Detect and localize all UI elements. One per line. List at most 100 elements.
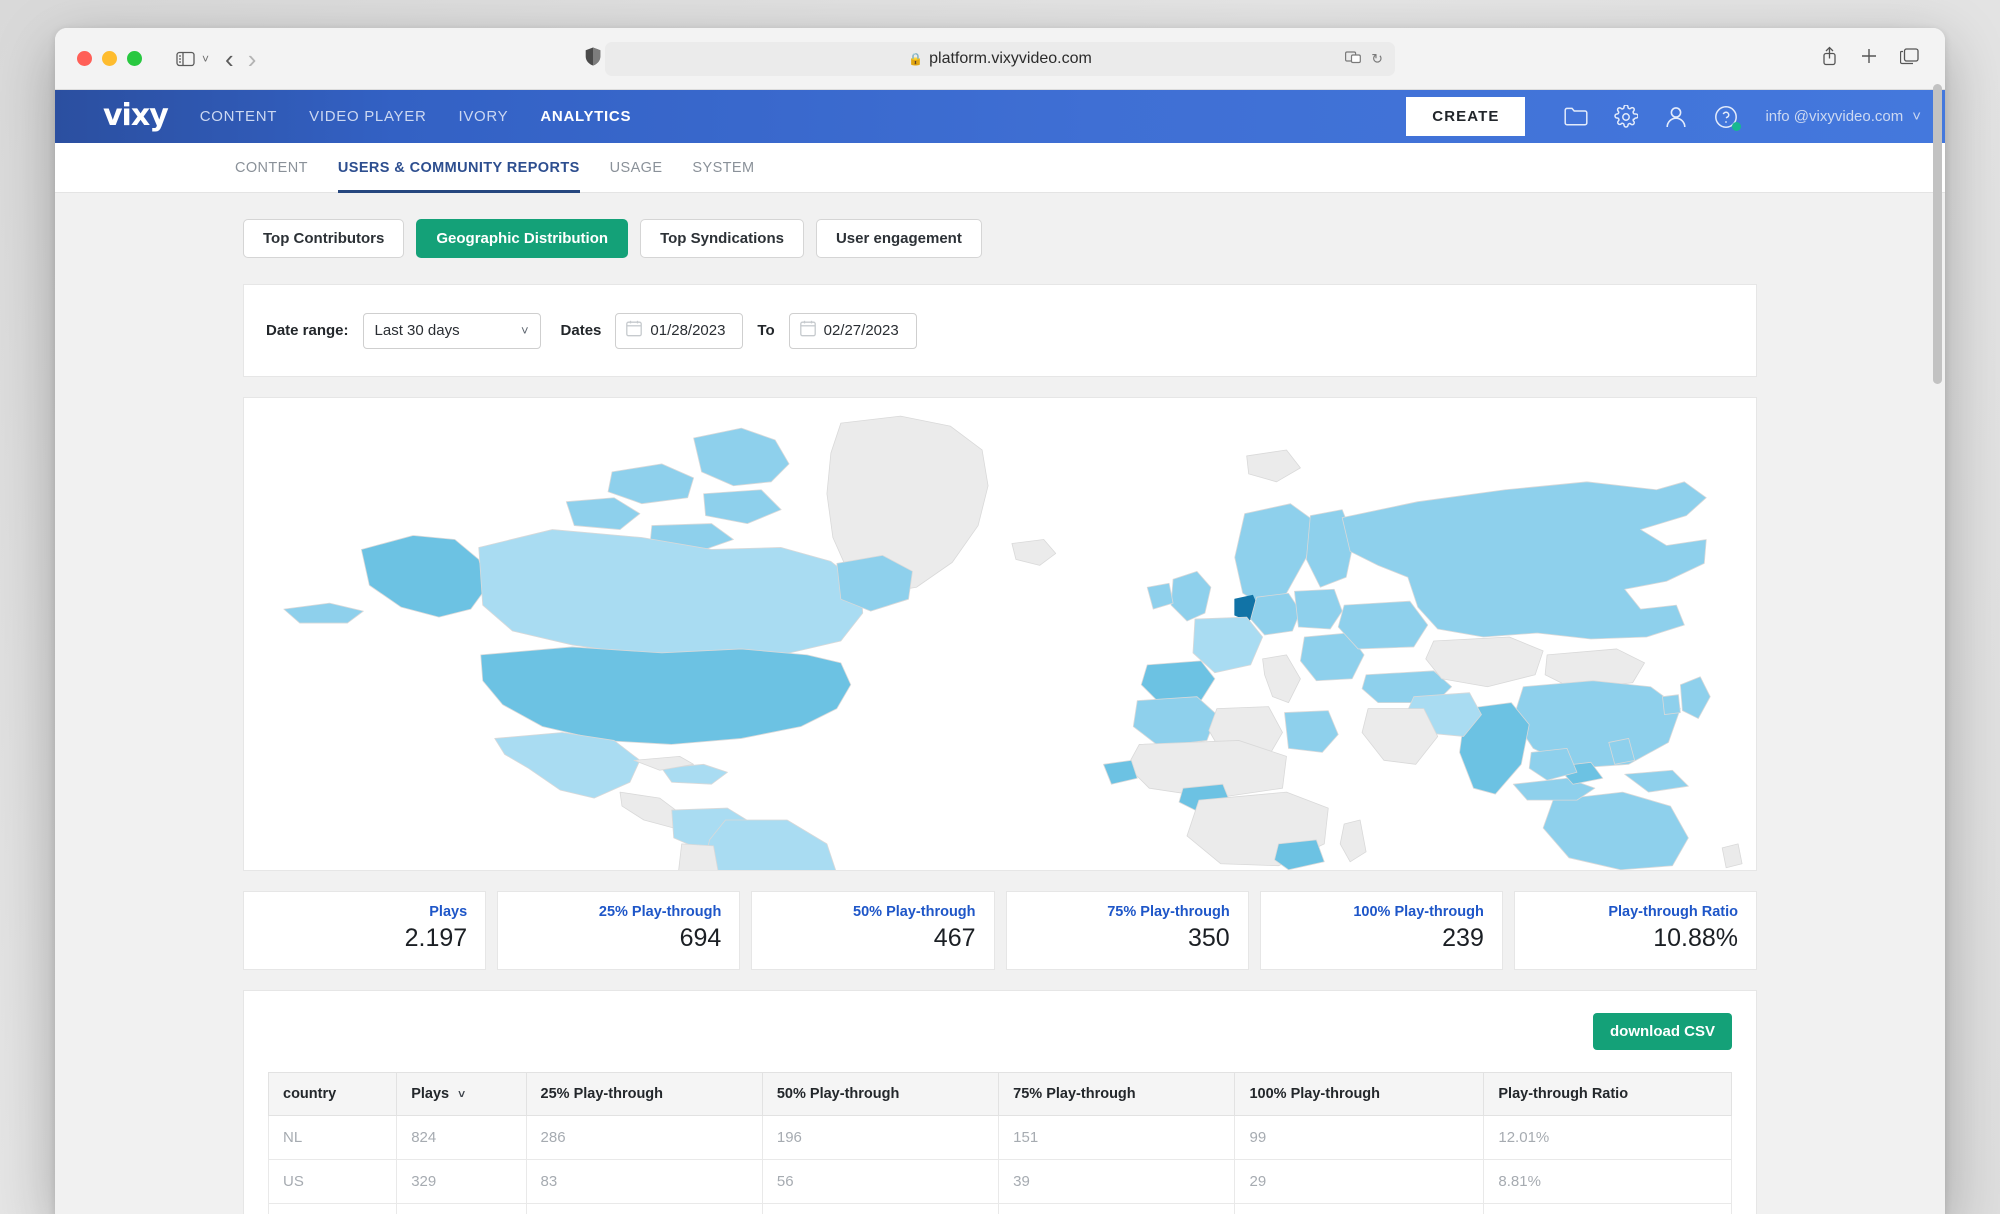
country-japan bbox=[1680, 676, 1711, 719]
close-window-button[interactable] bbox=[77, 51, 92, 66]
lock-icon: 🔒 bbox=[908, 51, 924, 66]
tab-content[interactable]: CONTENT bbox=[235, 143, 308, 193]
cell-country: NL bbox=[267, 1115, 398, 1160]
world-map-chart[interactable] bbox=[243, 397, 1757, 871]
address-bar-wrapper[interactable]: 🔒 platform.vixyvideo.com ↻ bbox=[605, 41, 1395, 76]
vixy-logo[interactable]: vixy bbox=[103, 100, 169, 131]
cell-p75: 151 bbox=[998, 1115, 1236, 1160]
cell-p100: 22 bbox=[1234, 1203, 1485, 1214]
cell-ratio: 15.38% bbox=[1483, 1203, 1732, 1214]
chevron-down-icon: ˅ bbox=[520, 323, 529, 338]
country-new-guinea bbox=[1624, 769, 1689, 793]
account-menu[interactable]: info @vixyvideo.com ˅ bbox=[1765, 108, 1921, 125]
cell-ratio: 12.01% bbox=[1483, 1115, 1732, 1160]
country-morocco-algeria bbox=[1132, 696, 1218, 747]
country-canada-arctic bbox=[693, 427, 790, 487]
window-controls[interactable] bbox=[77, 51, 142, 66]
help-icon[interactable] bbox=[1709, 100, 1743, 134]
country-poland bbox=[1294, 588, 1343, 630]
cell-p100: 29 bbox=[1234, 1159, 1485, 1204]
stat-card-50-play-through[interactable]: 50% Play-through 467 bbox=[751, 891, 995, 970]
table-row[interactable]: - 143 58 40 33 22 15.38% bbox=[267, 1203, 1732, 1214]
cell-p50: 40 bbox=[761, 1203, 1000, 1214]
shield-icon[interactable] bbox=[585, 47, 601, 71]
table-row[interactable]: NL 824 286 196 151 99 12.01% bbox=[267, 1115, 1732, 1160]
sidebar-chevron-icon[interactable]: ˅ bbox=[202, 52, 209, 66]
cell-plays: 329 bbox=[396, 1159, 527, 1204]
stat-card-25-play-through[interactable]: 25% Play-through 694 bbox=[497, 891, 741, 970]
table-row[interactable]: US 329 83 56 39 29 8.81% bbox=[267, 1159, 1732, 1204]
country-canada-arctic4 bbox=[565, 497, 641, 530]
stat-label: 50% Play-through bbox=[853, 904, 976, 920]
nav-link-ivory[interactable]: IVORY bbox=[458, 108, 508, 125]
report-pill-top-syndications[interactable]: Top Syndications bbox=[640, 219, 804, 258]
tab-system[interactable]: SYSTEM bbox=[692, 143, 754, 193]
sidebar-toggle-icon[interactable] bbox=[168, 44, 202, 74]
stat-value: 467 bbox=[933, 924, 976, 952]
country-ireland bbox=[1146, 582, 1174, 610]
col-header-50-play-through[interactable]: 50% Play-through bbox=[761, 1072, 1000, 1116]
page-scrollbar[interactable] bbox=[1933, 84, 1942, 1214]
date-from-input[interactable]: 01/28/2023 bbox=[615, 312, 744, 349]
date-range-select[interactable]: Last 30 days ˅ bbox=[362, 312, 541, 349]
country-ukraine bbox=[1337, 600, 1429, 650]
chevron-down-icon[interactable]: ˅ bbox=[458, 1087, 465, 1101]
country-madagascar bbox=[1339, 819, 1367, 863]
browser-toolbar: ˅ ‹ › 🔒 platform.vixyvideo.com ↻ bbox=[55, 28, 1945, 90]
country-kazakhstan bbox=[1425, 636, 1544, 688]
forward-arrow-icon[interactable]: › bbox=[248, 46, 257, 72]
reader-view-icon[interactable] bbox=[1345, 50, 1362, 67]
address-bar[interactable]: 🔒 platform.vixyvideo.com ↻ bbox=[605, 41, 1395, 76]
folder-icon[interactable] bbox=[1559, 100, 1593, 134]
reload-icon[interactable]: ↻ bbox=[1371, 50, 1383, 67]
col-label: 75% Play-through bbox=[1013, 1086, 1136, 1102]
stat-value: 350 bbox=[1187, 924, 1230, 952]
stat-card-100-play-through[interactable]: 100% Play-through 239 bbox=[1259, 891, 1503, 970]
col-header-75-play-through[interactable]: 75% Play-through bbox=[998, 1072, 1236, 1116]
col-header-play-through-ratio[interactable]: Play-through Ratio bbox=[1483, 1072, 1732, 1116]
col-header-100-play-through[interactable]: 100% Play-through bbox=[1234, 1072, 1485, 1116]
country-iceland bbox=[1011, 539, 1057, 566]
cell-plays: 143 bbox=[396, 1203, 527, 1214]
create-button[interactable]: CREATE bbox=[1406, 97, 1526, 136]
report-type-buttons: Top Contributors Geographic Distribution… bbox=[55, 219, 1945, 258]
col-label: Play-through Ratio bbox=[1498, 1086, 1629, 1102]
country-united-kingdom bbox=[1170, 570, 1212, 622]
primary-nav-links: CONTENT VIDEO PLAYER IVORY ANALYTICS bbox=[200, 108, 631, 125]
gear-icon[interactable] bbox=[1609, 100, 1643, 134]
nav-link-content[interactable]: CONTENT bbox=[200, 108, 277, 125]
share-icon[interactable] bbox=[1821, 46, 1838, 71]
plus-icon[interactable] bbox=[1860, 47, 1878, 70]
country-germany bbox=[1250, 592, 1301, 636]
stat-card-plays[interactable]: Plays 2.197 bbox=[243, 891, 487, 970]
tab-users-community-reports[interactable]: USERS & COMMUNITY REPORTS bbox=[337, 143, 580, 193]
report-pill-user-engagement[interactable]: User engagement bbox=[815, 219, 982, 258]
nav-link-analytics[interactable]: ANALYTICS bbox=[540, 108, 631, 125]
nav-link-video-player[interactable]: VIDEO PLAYER bbox=[309, 108, 426, 125]
minimize-window-button[interactable] bbox=[102, 51, 117, 66]
download-csv-button[interactable]: download CSV bbox=[1593, 1013, 1732, 1050]
report-pill-geographic-distribution[interactable]: Geographic Distribution bbox=[416, 219, 629, 258]
country-alaska bbox=[360, 535, 488, 618]
col-header-plays[interactable]: Plays ˅ bbox=[396, 1072, 527, 1116]
tab-usage[interactable]: USAGE bbox=[610, 143, 663, 193]
col-header-country[interactable]: country bbox=[267, 1072, 398, 1116]
scrollbar-thumb[interactable] bbox=[1933, 84, 1942, 384]
account-email: info @vixyvideo.com bbox=[1765, 108, 1904, 125]
cell-ratio: 8.81% bbox=[1483, 1159, 1732, 1204]
report-pill-top-contributors[interactable]: Top Contributors bbox=[243, 219, 405, 258]
stat-card-75-play-through[interactable]: 75% Play-through 350 bbox=[1005, 891, 1249, 970]
stat-label: 25% Play-through bbox=[598, 904, 722, 920]
date-from-value: 01/28/2023 bbox=[650, 322, 726, 339]
col-header-25-play-through[interactable]: 25% Play-through bbox=[525, 1072, 763, 1116]
back-arrow-icon[interactable]: ‹ bbox=[225, 46, 234, 72]
col-label: country bbox=[283, 1086, 337, 1102]
user-icon[interactable] bbox=[1659, 100, 1693, 134]
date-to-input[interactable]: 02/27/2023 bbox=[788, 312, 917, 349]
tab-overview-icon[interactable] bbox=[1899, 47, 1919, 70]
country-canada-arctic2 bbox=[607, 463, 695, 505]
stat-card-play-through-ratio[interactable]: Play-through Ratio 10.88% bbox=[1513, 891, 1758, 970]
maximize-window-button[interactable] bbox=[127, 51, 142, 66]
browser-window: ˅ ‹ › 🔒 platform.vixyvideo.com ↻ vixy CO… bbox=[55, 28, 1945, 1214]
cell-p50: 196 bbox=[761, 1115, 1000, 1160]
